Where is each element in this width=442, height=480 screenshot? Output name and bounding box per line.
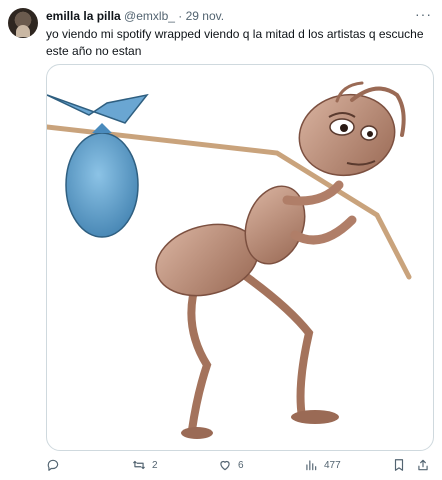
- reply-icon: [47, 459, 59, 471]
- header-separator: ·: [178, 9, 183, 23]
- views-button[interactable]: 477: [304, 458, 341, 472]
- like-button[interactable]: 6: [218, 458, 244, 472]
- share-icon: [418, 459, 428, 471]
- author-handle[interactable]: @emxlb_: [124, 9, 175, 23]
- tweet-date[interactable]: 29 nov.: [186, 9, 224, 23]
- bookmark-icon: [394, 459, 404, 471]
- reply-button[interactable]: [46, 458, 66, 472]
- tweet-actions: 2 6 477: [46, 458, 432, 476]
- more-options-icon[interactable]: ···: [415, 6, 432, 22]
- ant-with-bundle-illustration: [47, 81, 412, 439]
- retweet-button[interactable]: 2: [132, 458, 158, 472]
- author-name[interactable]: emilla la pilla: [46, 9, 121, 23]
- views-icon: [306, 460, 317, 471]
- views-count: 477: [324, 459, 341, 471]
- tweet-header: emilla la pilla @emxlb_ · 29 nov.: [46, 9, 224, 23]
- like-count: 6: [238, 459, 244, 471]
- bookmark-button[interactable]: [392, 458, 406, 472]
- share-button[interactable]: [416, 458, 430, 472]
- retweet-icon: [133, 460, 145, 470]
- retweet-count: 2: [152, 459, 158, 471]
- tweet-image[interactable]: [46, 64, 434, 451]
- tweet-text: yo viendo mi spotify wrapped viendo q la…: [46, 27, 424, 58]
- avatar[interactable]: [8, 8, 38, 38]
- heart-icon: [220, 460, 230, 471]
